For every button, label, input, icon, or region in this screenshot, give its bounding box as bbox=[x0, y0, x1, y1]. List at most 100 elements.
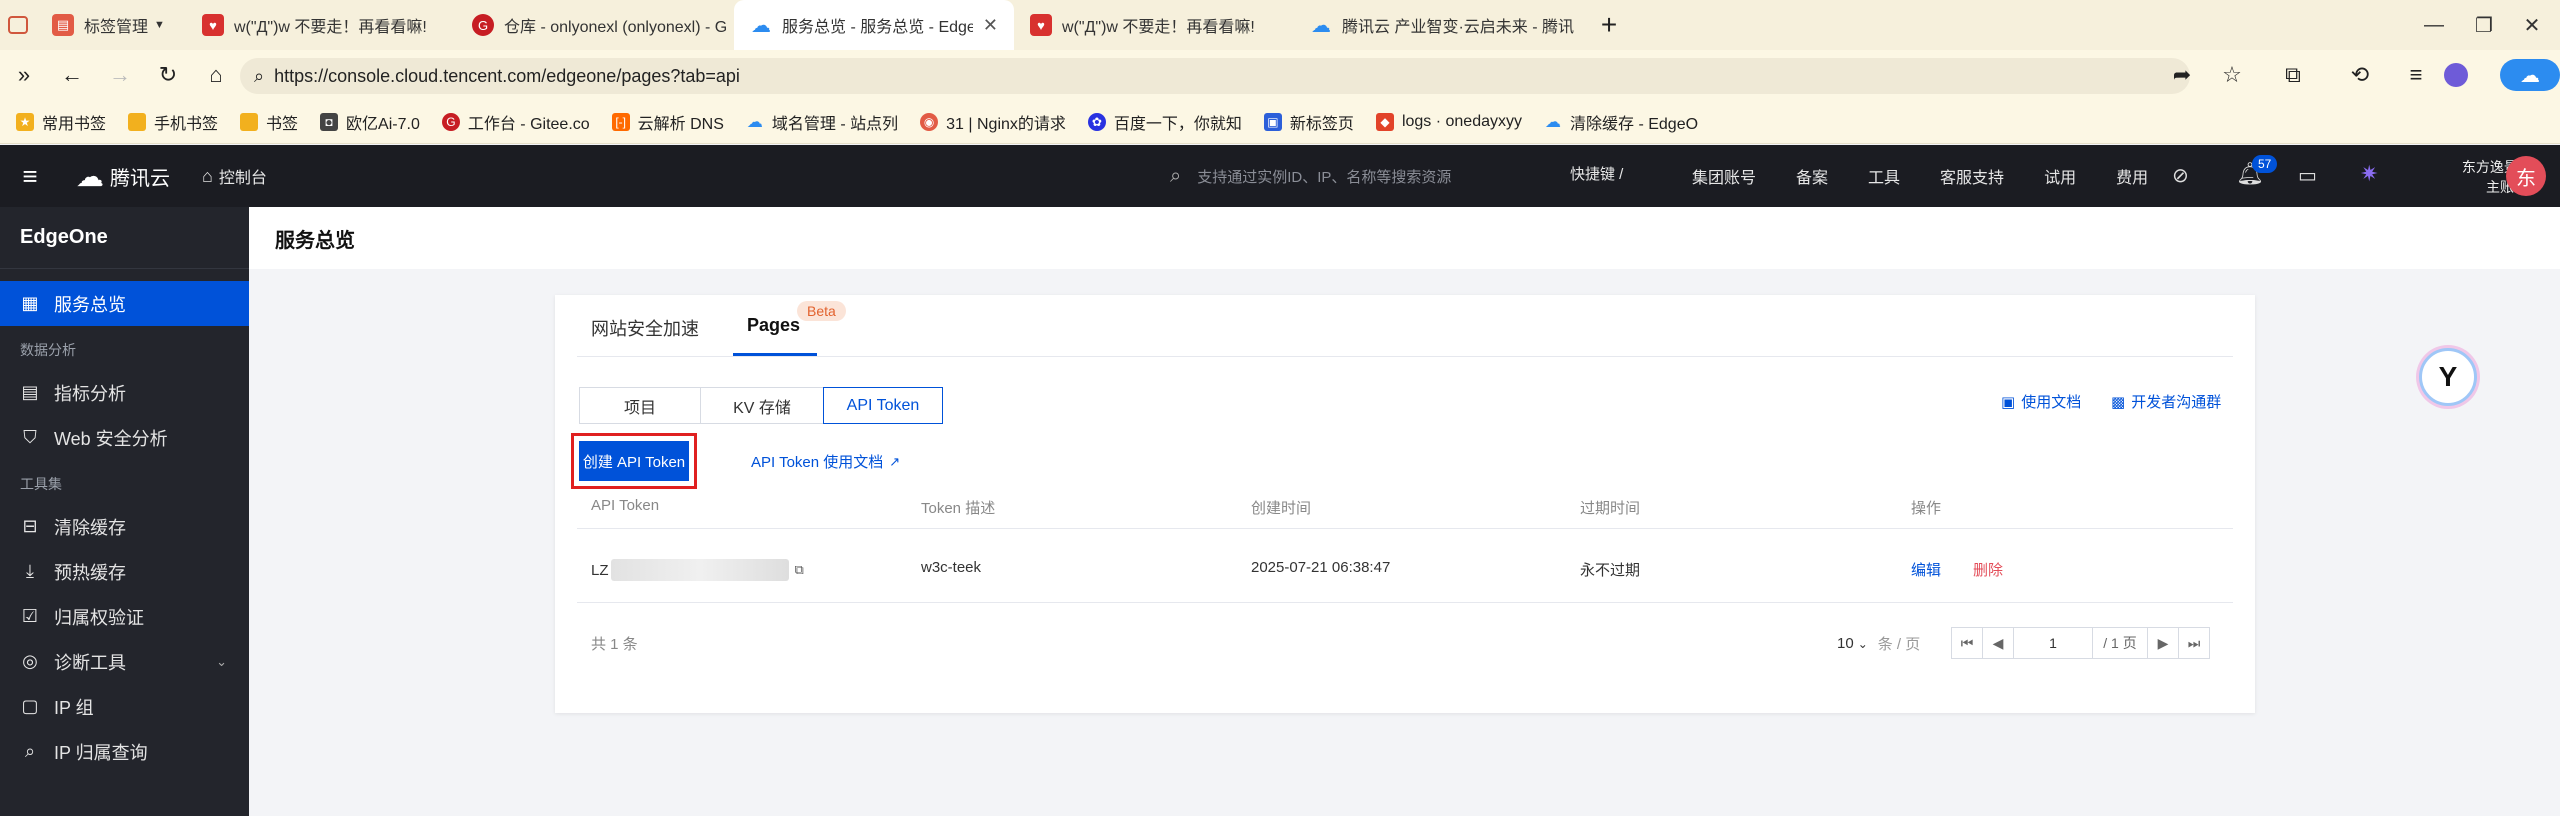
close-tab-icon[interactable]: ✕ bbox=[983, 15, 998, 36]
menu-icon[interactable]: ≡ bbox=[0, 145, 60, 207]
inbox-icon[interactable]: ▭ bbox=[2298, 163, 2317, 188]
copy-icon[interactable]: ⧉ bbox=[795, 562, 804, 578]
cloud-sync-icon[interactable]: ☁ bbox=[2500, 59, 2560, 91]
page-size-select[interactable]: 10 ⌄ 条 / 页 bbox=[1837, 633, 1920, 654]
shield-icon: ⛉ bbox=[23, 427, 37, 447]
bookmark-item[interactable]: ◉ 31 | Nginx的请求 bbox=[920, 110, 1066, 134]
history-icon[interactable]: ⟲ bbox=[2332, 50, 2388, 100]
bookmark-item[interactable]: [-] 云解析 DNS bbox=[611, 110, 724, 134]
bookmark-label: 31 | Nginx的请求 bbox=[946, 115, 1066, 133]
sidebar-item-ip-lookup[interactable]: ⌕ IP 归属查询 bbox=[0, 729, 249, 774]
prev-page-icon[interactable]: ◀ bbox=[1982, 627, 2014, 659]
tab-label: 腾讯云 产业智变·云启未来 - 腾讯 bbox=[1342, 19, 1574, 36]
address-bar[interactable]: ⌕ https://console.cloud.tencent.com/edge… bbox=[240, 58, 2190, 94]
collapse-icon[interactable]: » bbox=[0, 50, 48, 100]
topbar-link-support[interactable]: 客服支持 bbox=[1940, 164, 2004, 188]
new-tab-button[interactable]: + bbox=[1584, 0, 1634, 50]
next-page-icon[interactable]: ▶ bbox=[2147, 627, 2179, 659]
column-header-actions: 操作 bbox=[1911, 500, 1942, 517]
star-icon[interactable]: ☆ bbox=[2210, 50, 2254, 100]
bookmark-item[interactable]: ★ 常用书签 bbox=[16, 110, 106, 134]
brand-logo[interactable]: ☁ 腾讯云 bbox=[76, 160, 170, 193]
edit-link[interactable]: 编辑 bbox=[1911, 559, 1941, 580]
home-icon[interactable]: ⌂ bbox=[192, 50, 240, 100]
link-icon[interactable]: ⊘ bbox=[2172, 163, 2189, 188]
sidebar-toggle-icon[interactable] bbox=[0, 0, 36, 50]
tab-bookmark-manager[interactable]: ▤ 标签管理 ▼ bbox=[36, 0, 186, 50]
profile-avatar-icon[interactable] bbox=[2444, 63, 2468, 87]
bookmark-item[interactable]: ✿ 百度一下，你就知 bbox=[1087, 110, 1242, 134]
topbar-link-billing[interactable]: 费用 bbox=[2116, 164, 2148, 188]
tab-404-page-2[interactable]: ♥ w("Д")w 不要走！再看看嘛! bbox=[1014, 0, 1294, 50]
assistant-float-icon[interactable]: Y bbox=[2419, 348, 2477, 406]
sidebar-item-prefetch-cache[interactable]: ⤓ 预热缓存 bbox=[0, 549, 249, 594]
delete-link[interactable]: 删除 bbox=[1973, 559, 2003, 580]
sidebar-item-web-security[interactable]: ⛉ Web 安全分析 bbox=[0, 415, 249, 460]
minimize-icon[interactable]: — bbox=[2406, 0, 2462, 50]
close-window-icon[interactable]: ✕ bbox=[2504, 0, 2560, 50]
bookmark-item[interactable]: ◘ 欧亿Ai-7.0 bbox=[320, 110, 420, 134]
topbar-link-trial[interactable]: 试用 bbox=[2044, 164, 2076, 188]
shortcut-hint[interactable]: 快捷键 / bbox=[1570, 163, 1623, 184]
tab-edgeone-overview[interactable]: ☁ 服务总览 - 服务总览 - EdgeO ✕ bbox=[734, 0, 1014, 50]
bookmark-label: 书签 bbox=[266, 115, 299, 133]
sidebar-item-metrics[interactable]: ▤ 指标分析 bbox=[0, 370, 249, 415]
bookmark-item[interactable]: 书签 bbox=[240, 110, 298, 134]
reload-icon[interactable]: ↻ bbox=[144, 50, 192, 100]
menu-icon[interactable]: ≡ bbox=[2394, 50, 2438, 100]
bookmark-label: 常用书签 bbox=[42, 115, 107, 133]
extensions-icon[interactable]: ⧉ bbox=[2260, 50, 2326, 100]
subtab-kv-storage[interactable]: KV 存储 bbox=[700, 387, 824, 424]
tab-404-page[interactable]: ♥ w("Д")w 不要走！再看看嘛! bbox=[186, 0, 456, 50]
page-number-input[interactable]: 1 bbox=[2013, 627, 2093, 659]
gitlab-icon: ◆ bbox=[1375, 112, 1394, 131]
first-page-icon[interactable]: ⏮ bbox=[1951, 627, 1983, 659]
docs-link[interactable]: ▣ 使用文档 bbox=[2001, 391, 2081, 412]
bookmark-item[interactable]: G 工作台 - Gitee.co bbox=[441, 110, 590, 134]
bookmark-item[interactable]: 手机书签 bbox=[128, 110, 218, 134]
avatar[interactable]: 东 bbox=[2506, 156, 2546, 196]
ai-star-icon[interactable]: ✷ bbox=[2360, 161, 2378, 187]
bookmark-item[interactable]: ▣ 新标签页 bbox=[1263, 110, 1354, 134]
tab-pages[interactable]: Pages bbox=[747, 315, 800, 336]
tab-label: 标签管理 bbox=[84, 19, 149, 36]
docs-link-label: 使用文档 bbox=[2021, 394, 2082, 411]
grid-icon: ▦ bbox=[21, 293, 39, 313]
tab-gitee-repo[interactable]: G 仓库 - onlyonexl (onlyonexl) - G bbox=[456, 0, 734, 50]
search-placeholder: 支持通过实例ID、IP、名称等搜索资源 bbox=[1197, 168, 1452, 186]
total-pages: / 1 页 bbox=[2092, 627, 2148, 659]
back-icon[interactable]: ← bbox=[48, 50, 96, 100]
topbar-link-tools[interactable]: 工具 bbox=[1868, 164, 1900, 188]
subtab-projects[interactable]: 项目 bbox=[579, 387, 701, 424]
api-token-docs-link[interactable]: API Token 使用文档 ↗ bbox=[751, 451, 900, 472]
tab-site-acceleration[interactable]: 网站安全加速 bbox=[591, 315, 699, 341]
create-api-token-button[interactable]: 创建 API Token bbox=[579, 441, 689, 481]
last-page-icon[interactable]: ⏭ bbox=[2178, 627, 2210, 659]
sidebar-item-overview[interactable]: ▦ 服务总览 bbox=[0, 281, 249, 326]
bookmark-item[interactable]: ☁ 域名管理 - 站点列 bbox=[746, 110, 898, 134]
share-icon[interactable]: ➦ bbox=[2160, 50, 2204, 100]
total-count: 共 1 条 bbox=[591, 636, 638, 653]
sidebar-item-ownership[interactable]: ☑ 归属权验证 bbox=[0, 594, 249, 639]
tab-tencent-cloud-home[interactable]: ☁ 腾讯云 产业智变·云启未来 - 腾讯 bbox=[1294, 0, 1584, 50]
chevron-down-icon[interactable]: ▼ bbox=[154, 19, 165, 31]
topbar-link-group-account[interactable]: 集团账号 bbox=[1692, 164, 1756, 188]
forward-icon[interactable]: → bbox=[96, 50, 144, 100]
subtab-api-token[interactable]: API Token bbox=[823, 387, 943, 424]
dev-group-label: 开发者沟通群 bbox=[2131, 394, 2222, 411]
console-link[interactable]: ⌂ 控制台 bbox=[202, 164, 267, 188]
sidebar-item-ip-group[interactable]: ▢ IP 组 bbox=[0, 684, 249, 729]
resource-search[interactable]: ⌕ 支持通过实例ID、IP、名称等搜索资源 bbox=[1170, 145, 1451, 207]
sidebar-item-diagnostics[interactable]: ◎ 诊断工具 ⌄ bbox=[0, 639, 249, 684]
topbar-link-icp[interactable]: 备案 bbox=[1796, 164, 1828, 188]
dev-group-link[interactable]: ▩ 开发者沟通群 bbox=[2111, 391, 2221, 412]
page-size-value: 10 bbox=[1837, 635, 1854, 652]
bookmark-label: 工作台 - Gitee.co bbox=[467, 115, 590, 133]
tab-label: w("Д")w 不要走！再看看嘛! bbox=[1062, 19, 1255, 36]
bookmark-item[interactable]: ◆ logs · onedayxyy bbox=[1375, 112, 1522, 131]
qrcode-icon: ▩ bbox=[2111, 393, 2126, 411]
sidebar-item-purge-cache[interactable]: ⊟ 清除缓存 bbox=[0, 504, 249, 549]
browser-tab-strip: ▤ 标签管理 ▼ ♥ w("Д")w 不要走！再看看嘛! G 仓库 - only… bbox=[0, 0, 2560, 50]
search-icon: ⌕ bbox=[1170, 164, 1182, 187]
bookmark-item[interactable]: ☁ 清除缓存 - EdgeO bbox=[1544, 110, 1698, 134]
